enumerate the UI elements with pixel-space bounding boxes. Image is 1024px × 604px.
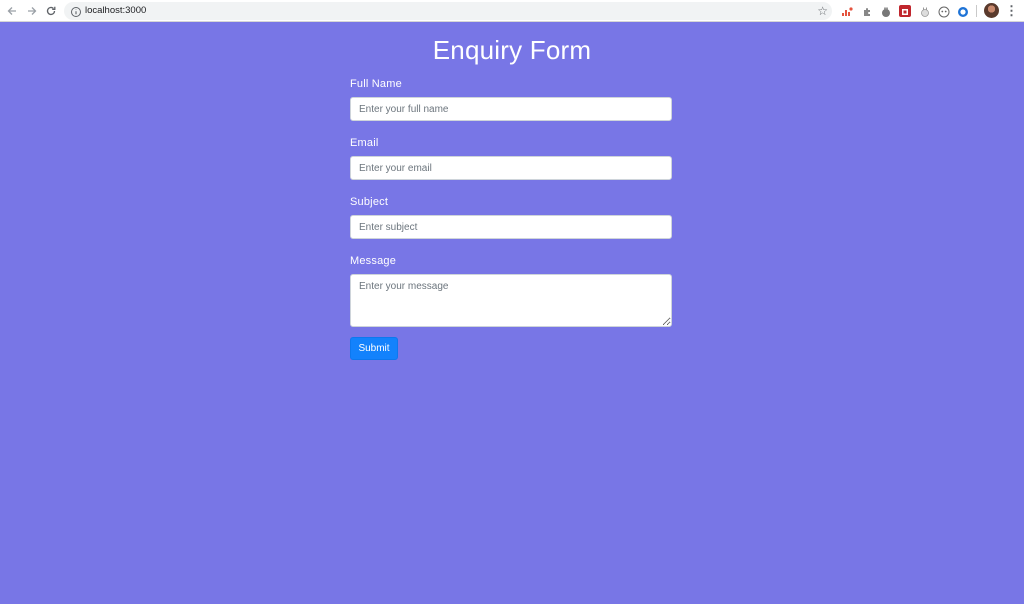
info-icon[interactable] [70,5,82,17]
email-input[interactable] [350,156,672,180]
extension-chart-icon[interactable] [841,5,853,17]
extension-face-icon[interactable] [938,5,950,18]
browser-toolbar: localhost:3000 ☆ ⋮ [0,0,1024,22]
star-icon[interactable]: ☆ [817,3,828,19]
message-label: Message [350,255,397,267]
profile-avatar[interactable] [984,3,999,18]
subject-label: Subject [350,196,389,208]
extension-bunny-icon[interactable] [919,5,931,17]
message-textarea[interactable] [350,274,672,327]
url-text: localhost:3000 [85,5,147,16]
toolbar-separator [976,5,977,17]
extension-pot-icon[interactable] [880,5,892,17]
email-label: Email [350,137,379,149]
page-title: Enquiry Form [432,35,592,65]
more-vert-icon[interactable]: ⋮ [1005,3,1018,19]
full-name-group: Full Name [350,78,672,121]
extension-puzzle-icon[interactable] [861,5,873,17]
full-name-label: Full Name [350,78,402,90]
enquiry-form: Full Name Email Subject Message Submit [350,78,672,360]
full-name-input[interactable] [350,97,672,121]
forward-icon[interactable] [24,3,40,19]
submit-button[interactable]: Submit [350,337,398,360]
address-bar[interactable]: localhost:3000 ☆ [64,2,832,20]
reload-icon[interactable] [43,3,59,19]
subject-input[interactable] [350,215,672,239]
email-group: Email [350,137,672,180]
extension-circle-icon[interactable] [957,5,969,17]
back-icon[interactable] [4,3,20,19]
subject-group: Subject [350,196,672,239]
extension-red-icon[interactable] [899,5,911,17]
message-group: Message [350,255,672,327]
